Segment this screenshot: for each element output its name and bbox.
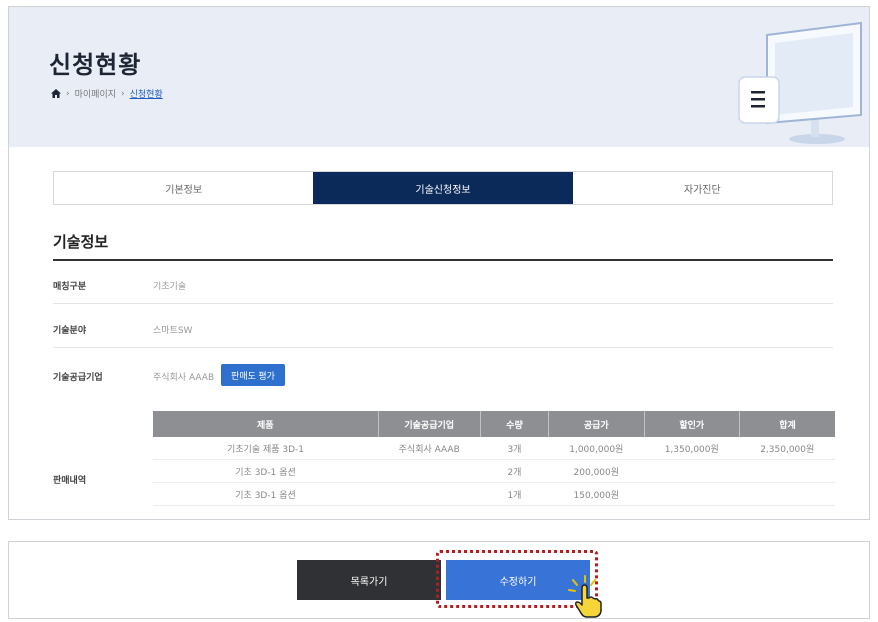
table-cell: 주식회사 AAAB (378, 437, 481, 460)
table-row: 기초기술 제품 3D-1 주식회사 AAAB 3개 1,000,000원 1,3… (153, 437, 835, 460)
table-cell (739, 459, 835, 483)
table-cell (739, 482, 835, 506)
row-divider (53, 347, 833, 348)
breadcrumb-separator: › (66, 88, 70, 99)
table-cell (378, 459, 481, 483)
field-label: 판매내역 (53, 476, 87, 486)
field-label: 매칭구분 (53, 282, 87, 292)
field-value: 주식회사 AAAB (153, 373, 215, 383)
evaluate-button[interactable]: 판매도 평가 (221, 364, 285, 386)
breadcrumb-separator: › (121, 88, 125, 99)
table-header-cell: 할인가 (644, 411, 740, 437)
table-cell: 2,350,000원 (739, 437, 835, 460)
sales-table: 제품 기술공급기업 수량 공급가 할인가 합계 기초기술 제품 3D-1 주식회… (153, 411, 835, 506)
table-cell (378, 482, 481, 506)
tab-tech-application[interactable]: 기술신청정보 (313, 172, 573, 204)
breadcrumb-item-current[interactable]: 신청현황 (130, 87, 163, 100)
hand-pointer-icon (568, 575, 602, 618)
table-cell: 1,000,000원 (548, 437, 645, 460)
tab-basic-info[interactable]: 기본정보 (54, 172, 313, 204)
table-cell: 기초 3D-1 옵션 (153, 459, 379, 483)
table-cell (644, 459, 740, 483)
section-title: 기술정보 (53, 233, 109, 251)
breadcrumb-item-mypage[interactable]: 마이페이지 (75, 87, 116, 100)
table-cell: 3개 (480, 437, 549, 460)
table-header-cell: 기술공급기업 (378, 411, 481, 437)
section-divider (53, 259, 833, 261)
field-label: 기술공급기업 (53, 373, 103, 383)
main-panel: 신청현황 › 마이페이지 › 신청현황 기본정보 기술신청정보 자가진단 기술정… (8, 6, 870, 520)
page-title: 신청현황 (49, 51, 142, 79)
table-row: 기초 3D-1 옵션 1개 150,000원 (153, 482, 835, 506)
tab-bar: 기본정보 기술신청정보 자가진단 (53, 171, 833, 205)
list-button[interactable]: 목록가기 (297, 560, 441, 600)
table-header-cell: 제품 (153, 411, 379, 437)
field-value: 기초기술 (153, 282, 187, 292)
action-bar: 목록가기 수정하기 (8, 541, 870, 619)
breadcrumb: › 마이페이지 › 신청현황 (51, 87, 163, 100)
table-cell (644, 482, 740, 506)
table-header-row: 제품 기술공급기업 수량 공급가 할인가 합계 (153, 411, 835, 437)
tab-self-diagnosis[interactable]: 자가진단 (573, 172, 832, 204)
table-cell: 기초기술 제품 3D-1 (153, 437, 379, 460)
monitor-illustration-icon (738, 21, 862, 144)
table-cell: 200,000원 (548, 459, 645, 483)
table-cell: 1,350,000원 (644, 437, 740, 460)
table-cell: 기초 3D-1 옵션 (153, 482, 379, 506)
table-cell: 2개 (480, 459, 549, 483)
home-icon[interactable] (51, 89, 61, 98)
table-header-cell: 합계 (739, 411, 835, 437)
table-cell: 150,000원 (548, 482, 645, 506)
row-divider (53, 303, 833, 304)
field-label: 기술분야 (53, 326, 87, 336)
field-value: 스마트SW (153, 326, 193, 336)
table-header-cell: 수량 (480, 411, 550, 437)
page-header: 신청현황 › 마이페이지 › 신청현황 (9, 7, 869, 147)
table-cell: 1개 (480, 482, 549, 506)
table-row: 기초 3D-1 옵션 2개 200,000원 (153, 459, 835, 483)
table-header-cell: 공급가 (548, 411, 645, 437)
